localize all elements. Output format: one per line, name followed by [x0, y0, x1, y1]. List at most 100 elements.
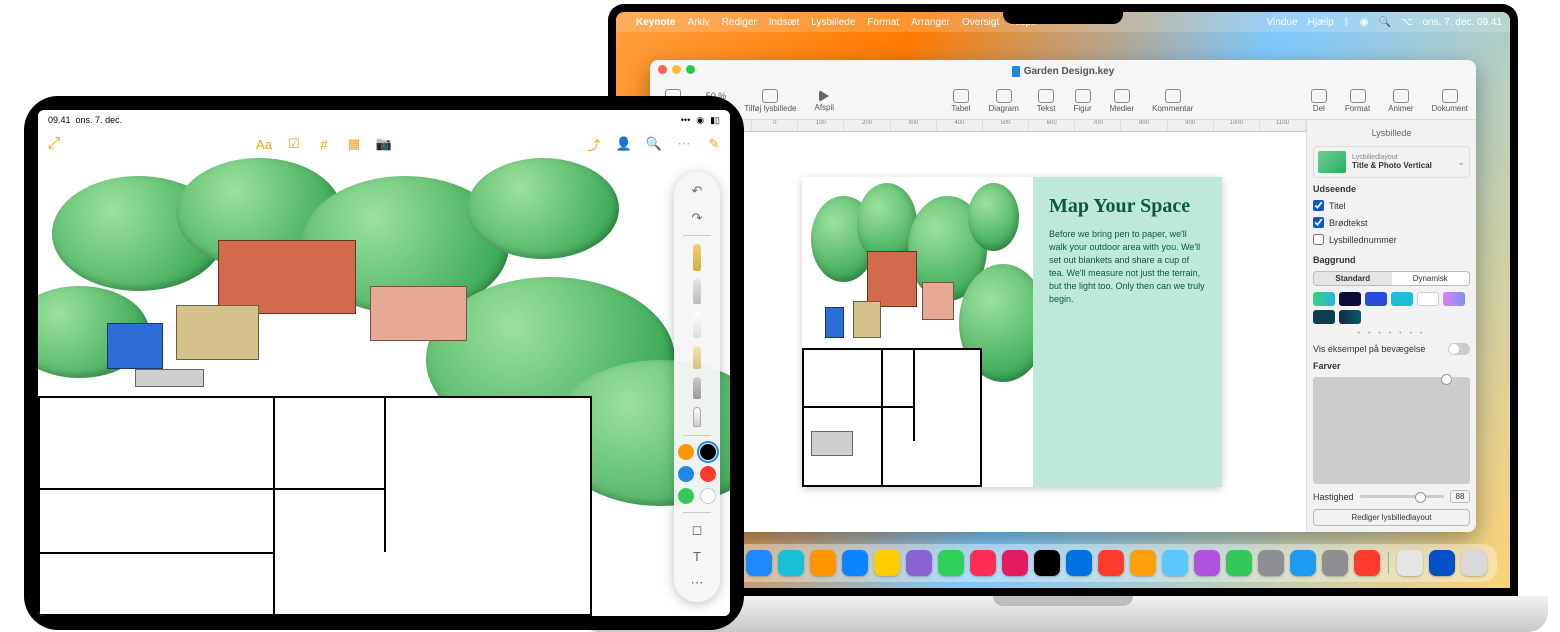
wifi-icon[interactable]: ◉: [1360, 17, 1369, 28]
color-black[interactable]: [700, 444, 716, 460]
dock-app-15[interactable]: [1130, 550, 1156, 576]
more-icon[interactable]: ⋯: [676, 136, 692, 152]
checklist-icon[interactable]: ☑: [286, 136, 302, 152]
toolbar-media[interactable]: Medier: [1110, 89, 1134, 113]
markup-tool-palette[interactable]: ↶ ↷ ◻ T ⋯: [674, 172, 720, 602]
undo-button[interactable]: ↶: [685, 182, 709, 200]
toolbar-format[interactable]: Format: [1345, 89, 1370, 113]
dock-app-14[interactable]: [1098, 550, 1124, 576]
dock-app-18[interactable]: [1226, 550, 1252, 576]
search-icon[interactable]: 🔍: [1379, 17, 1391, 28]
table-icon[interactable]: ▦: [346, 136, 362, 152]
dock-app-19[interactable]: [1258, 550, 1284, 576]
color-orange[interactable]: [678, 444, 694, 460]
menubar-app-name[interactable]: Keynote: [636, 17, 675, 28]
menu-indsaet[interactable]: Indsæt: [769, 17, 800, 28]
checkbox-title[interactable]: Titel: [1313, 200, 1470, 211]
swatch[interactable]: [1313, 292, 1335, 306]
toolbar-shape[interactable]: Figur: [1073, 89, 1091, 113]
preview-motion-toggle[interactable]: [1448, 343, 1470, 355]
text-box-icon[interactable]: T: [685, 547, 709, 565]
dock-app-20[interactable]: [1290, 550, 1316, 576]
swatch[interactable]: [1339, 310, 1361, 324]
dock-app-22[interactable]: [1354, 550, 1380, 576]
color-blue[interactable]: [678, 466, 694, 482]
menu-lysbillede[interactable]: Lysbillede: [811, 17, 855, 28]
swatch[interactable]: [1313, 310, 1335, 324]
dock-app-7[interactable]: [874, 550, 900, 576]
color-red[interactable]: [700, 466, 716, 482]
menu-format[interactable]: Format: [867, 17, 899, 28]
toolbar-text[interactable]: Tekst: [1037, 89, 1056, 113]
dock-app-21[interactable]: [1322, 550, 1348, 576]
collapse-icon[interactable]: ⤢: [46, 136, 62, 152]
swatch[interactable]: [1391, 292, 1413, 306]
menubar-clock[interactable]: ons. 7. dec. 09.41: [1422, 17, 1502, 28]
dock-app-11[interactable]: [1002, 550, 1028, 576]
share-icon[interactable]: ⤴: [586, 136, 602, 152]
more-tools-icon[interactable]: ⋯: [685, 574, 709, 592]
edit-slide-layout-button[interactable]: Rediger lysbilledlayout: [1313, 509, 1470, 526]
menu-hjaelp[interactable]: Hjælp: [1308, 17, 1334, 28]
toolbar-chart[interactable]: Diagram: [989, 89, 1019, 113]
current-slide[interactable]: Map Your Space Before we bring pen to pa…: [802, 177, 1222, 487]
tag-icon[interactable]: #: [316, 136, 332, 152]
close-button[interactable]: [658, 65, 667, 74]
bluetooth-icon[interactable]: ᛒ: [1344, 17, 1350, 28]
toolbar-animate[interactable]: Animer: [1388, 89, 1413, 113]
minimize-button[interactable]: [672, 65, 681, 74]
pen-tool[interactable]: [693, 244, 701, 272]
color-green[interactable]: [678, 488, 694, 504]
dock-app-4[interactable]: [778, 550, 804, 576]
checkbox-body[interactable]: Brødtekst: [1313, 217, 1470, 228]
menu-arkiv[interactable]: Arkiv: [687, 17, 709, 28]
crayon-tool[interactable]: [693, 346, 701, 369]
dock-app-12[interactable]: [1034, 550, 1060, 576]
toolbar-comment[interactable]: Kommentar: [1152, 89, 1193, 113]
dock-app-3[interactable]: [746, 550, 772, 576]
dock-app-13[interactable]: [1066, 550, 1092, 576]
dock-app-8[interactable]: [906, 550, 932, 576]
camera-icon[interactable]: 📷: [376, 136, 392, 152]
dock-app-24[interactable]: [1429, 550, 1455, 576]
text-style-icon[interactable]: Aa: [256, 136, 272, 152]
seg-dynamic[interactable]: Dynamisk: [1392, 272, 1470, 285]
dock-app-16[interactable]: [1162, 550, 1188, 576]
search-icon[interactable]: 🔍: [646, 136, 662, 152]
color-custom[interactable]: [700, 488, 716, 504]
collaborate-icon[interactable]: 👤: [616, 136, 632, 152]
toolbar-table[interactable]: Tabel: [951, 89, 970, 113]
checkbox-slidenumber[interactable]: Lysbillednummer: [1313, 234, 1470, 245]
speed-slider[interactable]: [1360, 495, 1444, 498]
seg-standard[interactable]: Standard: [1314, 272, 1392, 285]
redo-button[interactable]: ↷: [685, 208, 709, 226]
background-segmented[interactable]: Standard Dynamisk: [1313, 271, 1470, 286]
speed-value[interactable]: 88: [1450, 490, 1470, 503]
swatch[interactable]: [1339, 292, 1361, 306]
marker-tool[interactable]: [693, 279, 701, 304]
compose-icon[interactable]: ✎: [706, 136, 722, 152]
zoom-button[interactable]: [686, 65, 695, 74]
toolbar-share[interactable]: Del: [1311, 89, 1327, 113]
colors-slider[interactable]: [1313, 377, 1470, 484]
slide-canvas[interactable]: -100010020030040050060070080090010001100: [706, 120, 1306, 532]
dock-app-25[interactable]: [1461, 550, 1487, 576]
eraser-tool[interactable]: [693, 377, 701, 399]
dock-app-5[interactable]: [810, 550, 836, 576]
dock-app-17[interactable]: [1194, 550, 1220, 576]
menu-oversigt[interactable]: Oversigt: [962, 17, 999, 28]
slide-body-text[interactable]: Before we bring pen to paper, we'll walk…: [1049, 228, 1206, 306]
swatch[interactable]: [1443, 292, 1465, 306]
control-center-icon[interactable]: ⌥: [1401, 17, 1413, 28]
toolbar-play-button[interactable]: Afspil: [814, 90, 834, 112]
slide-heading[interactable]: Map Your Space: [1049, 195, 1206, 218]
menu-rediger[interactable]: Rediger: [722, 17, 757, 28]
dock-app-10[interactable]: [970, 550, 996, 576]
menu-vindue[interactable]: Vindue: [1267, 17, 1298, 28]
swatch[interactable]: [1417, 292, 1439, 306]
dock-app-6[interactable]: [842, 550, 868, 576]
swatch[interactable]: [1365, 292, 1387, 306]
toolbar-add-slide[interactable]: Tilføj lysbillede: [744, 89, 796, 113]
menu-arranger[interactable]: Arranger: [911, 17, 950, 28]
add-shape-icon[interactable]: ◻: [685, 521, 709, 539]
